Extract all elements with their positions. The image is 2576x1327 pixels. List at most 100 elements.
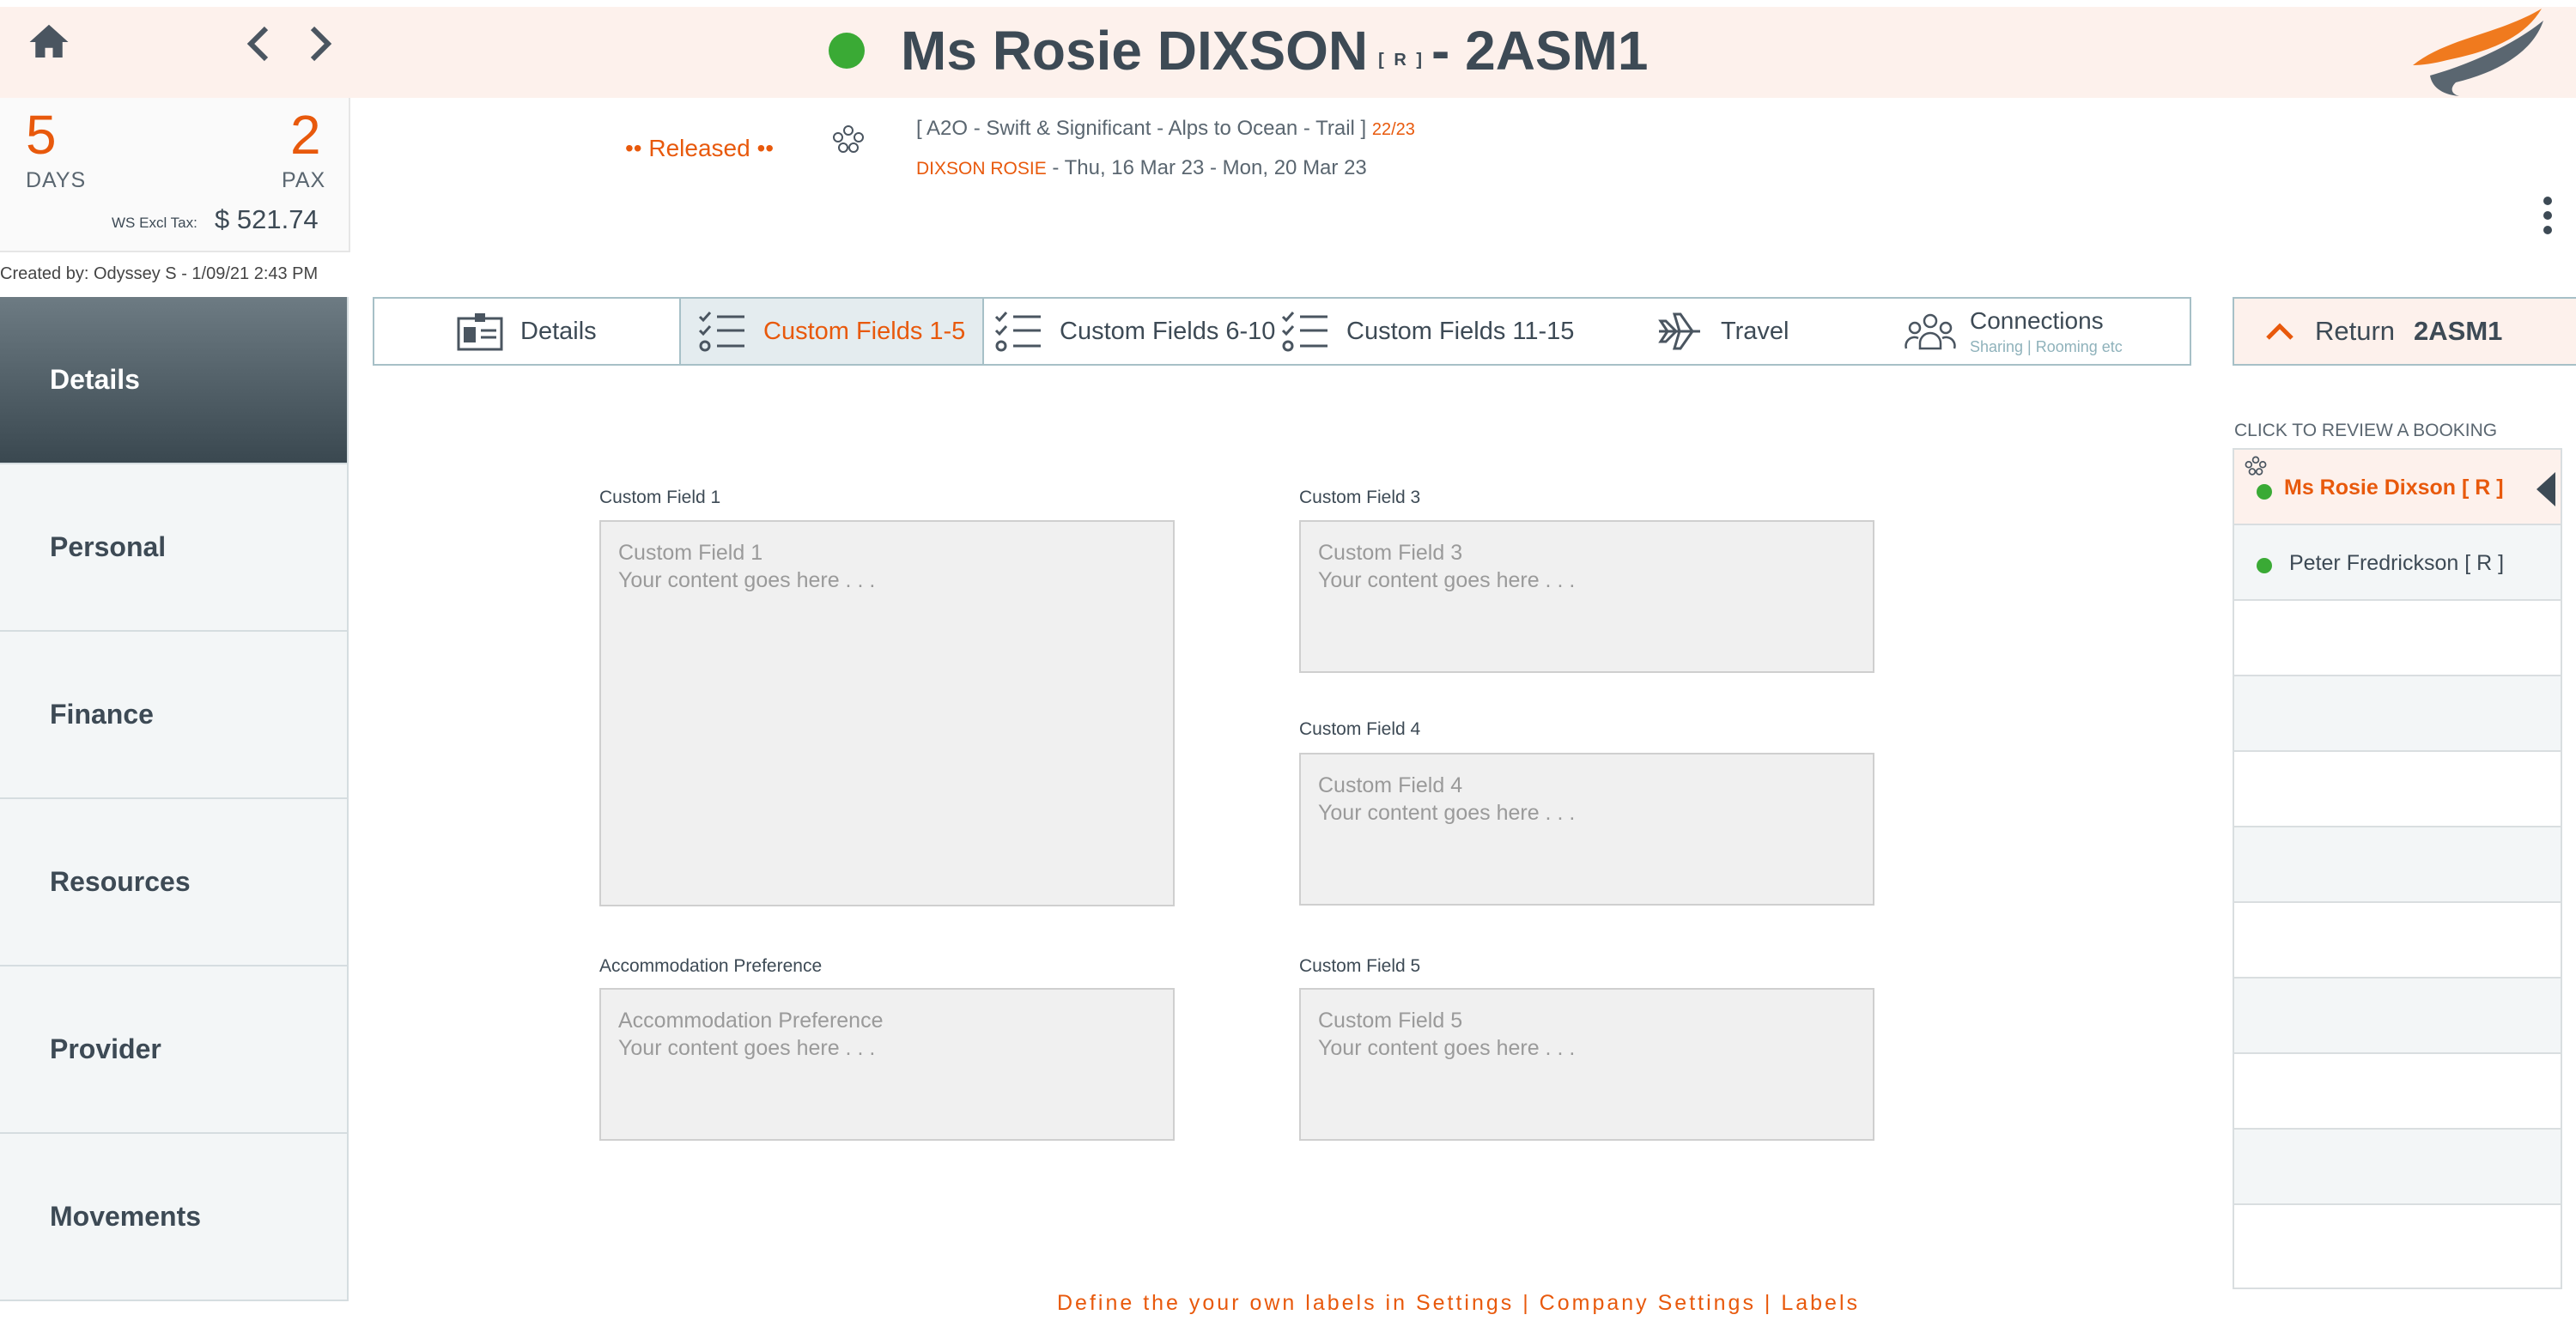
booking-row-empty: [2233, 750, 2562, 826]
booking-row-empty: [2233, 826, 2562, 901]
field-placeholder-text: Your content goes here . . .: [618, 568, 876, 592]
tab-custom-fields-11-15[interactable]: Custom Fields 11-15: [1281, 299, 1656, 364]
tab-details[interactable]: Details: [374, 299, 679, 364]
airplane-icon: [1658, 312, 1700, 350]
travel-dates: - Thu, 16 Mar 23 - Mon, 20 Mar 23: [1052, 156, 1367, 179]
tab-custom-fields-6-10[interactable]: Custom Fields 6-10: [984, 299, 1281, 364]
people-icon: [1905, 313, 1956, 350]
booking-name: Peter Fredrickson [ R ]: [2289, 551, 2505, 575]
booking-row-selected[interactable]: Ms Rosie Dixson [ R ]: [2233, 448, 2562, 524]
tab-travel[interactable]: Travel: [1656, 299, 1905, 364]
review-heading: CLICK TO REVIEW A BOOKING: [2234, 421, 2498, 440]
booking-code: - 2ASM1: [1431, 20, 1649, 82]
tab-connections[interactable]: Connections Sharing | Rooming etc: [1905, 299, 2190, 364]
custom-field-5-input[interactable]: Custom Field 5 Your content goes here . …: [1299, 988, 1874, 1141]
page-title: Ms Rosie DIXSON [ R ] - 2ASM1: [829, 12, 1649, 89]
field-placeholder-title: Custom Field 5: [1318, 1009, 1463, 1033]
tax-label: WS Excl Tax:: [112, 215, 197, 231]
tax-amount: $ 521.74: [215, 204, 319, 234]
field-label: Custom Field 1: [599, 488, 721, 507]
tour-season: 22/23: [1371, 120, 1415, 139]
sidebar-item-label: Personal: [50, 531, 167, 562]
sidebar-item-label: Finance: [50, 699, 154, 730]
status-badge: •• Released ••: [625, 135, 775, 161]
sidebar-item-label: Resources: [50, 866, 191, 897]
tour-info: [ A2O - Swift & Significant - Alps to Oc…: [916, 117, 1415, 141]
days-label: DAYS: [26, 168, 87, 192]
chevron-up-icon: [2266, 323, 2293, 340]
return-code: 2ASM1: [2414, 316, 2503, 346]
sidebar-item-label: Provider: [50, 1033, 161, 1064]
booking-row-empty: [2233, 977, 2562, 1052]
tab-label: Custom Fields 6-10: [1060, 317, 1276, 345]
tab-custom-fields-1-5[interactable]: Custom Fields 1-5: [679, 299, 984, 364]
checklist-icon: [994, 312, 1041, 352]
group-icon: [2245, 456, 2267, 476]
field-placeholder-text: Your content goes here . . .: [1318, 568, 1576, 592]
group-icon: [829, 124, 867, 158]
booking-row-empty: [2233, 1128, 2562, 1203]
field-placeholder-title: Custom Field 3: [1318, 541, 1463, 565]
tab-label: Connections: [1970, 306, 2104, 334]
role-tag: [ R ]: [1378, 51, 1425, 70]
tour-name: [ A2O - Swift & Significant - Alps to Oc…: [916, 117, 1367, 140]
field-placeholder-text: Your content goes here . . .: [618, 1036, 876, 1060]
pax-value: 2: [290, 104, 321, 166]
return-button[interactable]: Return 2ASM1: [2233, 297, 2576, 366]
booking-row-empty: [2233, 1052, 2562, 1128]
id-card-icon: [457, 313, 503, 351]
tab-sublabel: Sharing | Rooming etc: [1970, 337, 2123, 355]
tab-label: Travel: [1721, 317, 1789, 345]
sidebar-item-movements[interactable]: Movements: [0, 1134, 349, 1301]
booking-row-empty: [2233, 599, 2562, 675]
booking-row-empty: [2233, 901, 2562, 977]
field-placeholder-title: Custom Field 4: [1318, 773, 1463, 797]
custom-field-3-input[interactable]: Custom Field 3 Your content goes here . …: [1299, 520, 1874, 673]
field-placeholder-title: Custom Field 1: [618, 541, 763, 565]
field-placeholder-text: Your content goes here . . .: [1318, 801, 1576, 825]
field-placeholder-text: Your content goes here . . .: [1318, 1036, 1576, 1060]
more-options-icon[interactable]: [2537, 194, 2558, 237]
sidebar-item-finance[interactable]: Finance: [0, 632, 349, 799]
field-label: Custom Field 3: [1299, 488, 1421, 507]
accommodation-preference-input[interactable]: Accommodation Preference Your content go…: [599, 988, 1175, 1141]
days-value: 5: [26, 104, 57, 166]
home-icon[interactable]: [26, 19, 72, 65]
status-dot: [2257, 558, 2272, 573]
pax-label: PAX: [282, 168, 326, 192]
labels-settings-hint: Define the your own labels in Settings |…: [1056, 1291, 1860, 1315]
lead-pax-name: DIXSON ROSIE: [916, 159, 1047, 179]
tab-bar: Details Custom Fields 1-5 Custom Fields …: [373, 297, 2191, 366]
caret-left-icon: [2537, 472, 2555, 506]
custom-field-1-input[interactable]: Custom Field 1 Your content goes here . …: [599, 520, 1175, 906]
sidebar-item-details[interactable]: Details: [0, 297, 349, 464]
booking-row[interactable]: Peter Fredrickson [ R ]: [2233, 524, 2562, 599]
date-info: DIXSON ROSIE - Thu, 16 Mar 23 - Mon, 20 …: [916, 156, 1367, 180]
sidebar-item-provider[interactable]: Provider: [0, 966, 349, 1134]
sidebar-item-resources[interactable]: Resources: [0, 799, 349, 966]
checklist-icon: [698, 312, 744, 352]
forward-arrow-icon[interactable]: [302, 22, 337, 65]
back-arrow-icon[interactable]: [242, 22, 276, 65]
custom-field-4-input[interactable]: Custom Field 4 Your content goes here . …: [1299, 753, 1874, 906]
booking-row-empty: [2233, 1203, 2562, 1289]
guest-name: Ms Rosie DIXSON: [901, 20, 1369, 82]
booking-name: Ms Rosie Dixson [ R ]: [2284, 476, 2504, 500]
sidebar-item-personal[interactable]: Personal: [0, 464, 349, 632]
field-label: Custom Field 4: [1299, 719, 1421, 739]
return-label: Return: [2315, 316, 2396, 346]
status-dot: [829, 33, 865, 69]
status-dot: [2257, 484, 2272, 500]
booking-row-empty: [2233, 675, 2562, 750]
tab-label: Custom Fields 1-5: [763, 317, 966, 345]
checklist-icon: [1281, 312, 1327, 352]
created-by: Created by: Odyssey S - 1/09/21 2:43 PM: [0, 264, 319, 283]
field-label: Accommodation Preference: [599, 956, 823, 976]
tab-label: Custom Fields 11-15: [1346, 317, 1575, 345]
field-placeholder-title: Accommodation Preference: [618, 1009, 884, 1033]
company-logo-icon: [2396, 3, 2550, 98]
sidebar-item-label: Movements: [50, 1201, 202, 1232]
sidebar-item-label: Details: [50, 364, 140, 395]
tab-label: Details: [520, 317, 597, 345]
field-label: Custom Field 5: [1299, 956, 1421, 976]
